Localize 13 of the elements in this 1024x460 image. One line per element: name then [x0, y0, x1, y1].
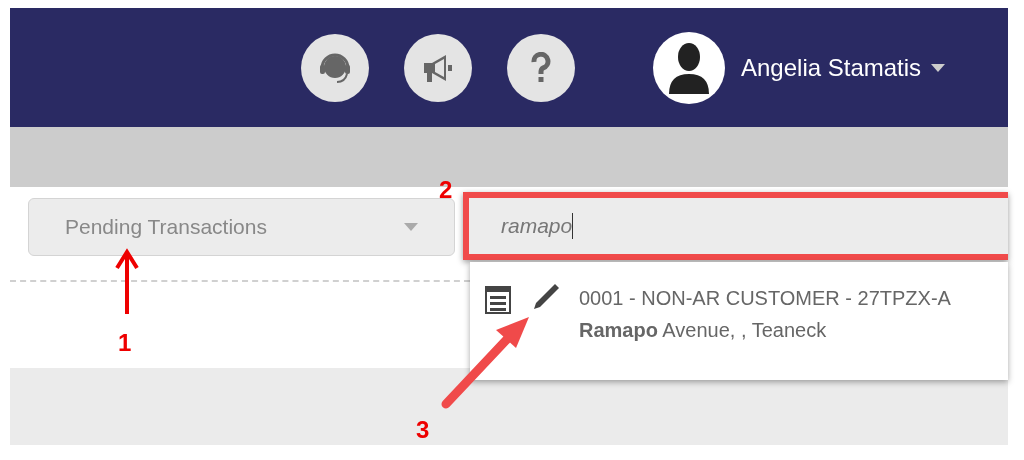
search-text: ramapo — [501, 213, 573, 240]
list-icon[interactable] — [485, 286, 511, 314]
annotation-number: 1 — [118, 328, 132, 358]
caret-icon — [931, 63, 946, 72]
annotation-arrow — [115, 248, 139, 314]
result-title[interactable]: 0001 - NON-AR CUSTOMER - 27TPZX-A — [579, 282, 951, 314]
transaction-dropdown[interactable]: Pending Transactions — [28, 198, 455, 256]
annotation-number: 3 — [416, 415, 430, 445]
user-menu[interactable]: Angelia Stamatis — [741, 49, 946, 86]
pencil-icon[interactable] — [531, 282, 561, 312]
caret-icon — [404, 223, 418, 231]
search-field[interactable]: ramapo — [463, 192, 1008, 260]
result-address: Ramapo Avenue, , Teaneck — [579, 318, 828, 343]
